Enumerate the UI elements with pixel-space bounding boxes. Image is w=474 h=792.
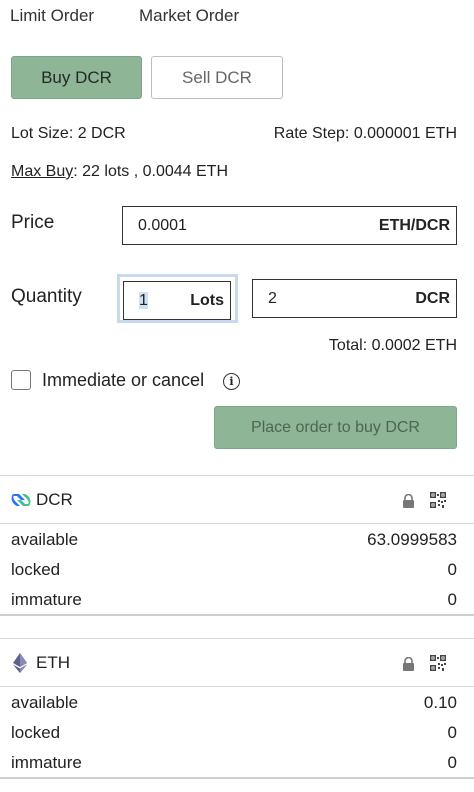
lots-value: 1	[139, 291, 148, 310]
divider	[0, 686, 474, 687]
max-buy-link[interactable]: Max Buy	[11, 163, 73, 180]
tab-market-order[interactable]: Market Order	[139, 6, 239, 26]
price-value: 0.0001	[138, 216, 187, 234]
rate-step-text: Rate Step: 0.000001 ETH	[273, 125, 457, 142]
wallet-dcr-title: DCR	[36, 490, 73, 509]
wallet-row-value: 0	[447, 753, 457, 772]
dcr-quantity-input[interactable]: 2 DCR	[252, 279, 457, 318]
order-total: Total: 0.0002 ETH	[328, 337, 457, 354]
wallet-row-value: 0	[447, 560, 457, 579]
qr-code-icon[interactable]	[430, 492, 446, 513]
immediate-or-cancel-label[interactable]: Immediate or cancel	[42, 370, 204, 391]
divider	[0, 523, 474, 524]
ethereum-icon	[13, 653, 27, 673]
divider	[0, 614, 474, 616]
lots-unit: Lots	[190, 291, 224, 309]
quantity-label: Quantity	[11, 286, 82, 307]
divider	[0, 638, 474, 639]
wallet-row-value: 0	[447, 590, 457, 609]
divider	[0, 475, 474, 476]
wallet-row-value: 0	[447, 723, 457, 742]
wallet-row-label: locked	[11, 723, 61, 742]
qr-code-icon[interactable]	[430, 655, 446, 676]
wallet-row-value: 63.0999583	[367, 530, 457, 549]
lots-input[interactable]: 1 Lots	[123, 281, 231, 320]
price-label: Price	[11, 212, 55, 233]
max-buy-value: : 22 lots , 0.0044 ETH	[73, 163, 228, 180]
sell-button[interactable]: Sell DCR	[151, 56, 283, 99]
tab-limit-order[interactable]: Limit Order	[10, 6, 94, 26]
decred-icon	[11, 490, 31, 510]
lot-size-text: Lot Size: 2 DCR	[11, 125, 126, 142]
buy-button[interactable]: Buy DCR	[11, 56, 142, 99]
wallet-row-label: available	[11, 530, 79, 549]
price-unit: ETH/DCR	[378, 216, 450, 234]
price-input[interactable]: 0.0001 ETH/DCR	[122, 206, 457, 245]
lots-input-focus-ring[interactable]: 1 Lots	[117, 274, 238, 323]
divider	[0, 777, 474, 779]
lock-icon[interactable]	[403, 493, 414, 513]
wallet-row-label: available	[11, 693, 79, 712]
dcr-quantity-value: 2	[268, 289, 277, 307]
place-order-button[interactable]: Place order to buy DCR	[214, 406, 457, 449]
lots-selected-text: 1	[139, 291, 148, 309]
max-buy-text: Max Buy: 22 lots , 0.0044 ETH	[11, 163, 228, 181]
info-icon[interactable]: i	[223, 373, 240, 390]
wallet-row-value: 0.10	[423, 693, 457, 712]
wallet-row-label: locked	[11, 560, 61, 579]
wallet-eth-title: ETH	[36, 653, 70, 672]
wallet-row-label: immature	[11, 753, 82, 772]
dcr-quantity-unit: DCR	[415, 289, 450, 307]
wallet-row-label: immature	[11, 590, 82, 609]
lock-icon[interactable]	[403, 656, 414, 676]
immediate-or-cancel-checkbox[interactable]	[11, 370, 31, 390]
